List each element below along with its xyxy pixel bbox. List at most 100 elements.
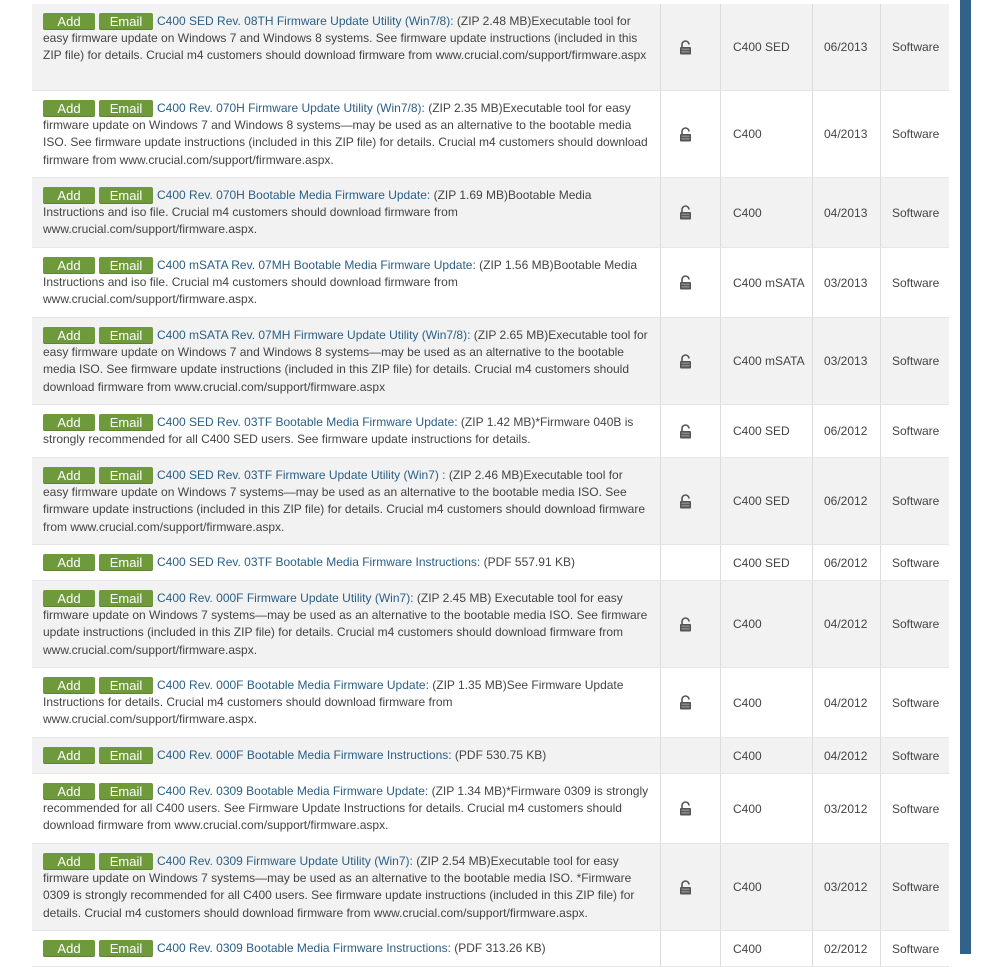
add-button[interactable]: Add [43,257,95,274]
lock-cell [661,91,721,177]
lock-icon [679,275,692,290]
firmware-title-link[interactable]: C400 Rev. 000F Firmware Update Utility (… [157,591,414,605]
release-date: 06/2012 [824,494,868,508]
release-date: 04/2013 [824,127,868,141]
table-row: Add Email C400 Rev. 000F Bootable Media Fi… [32,738,949,774]
row-description-cell: Add Email C400 Rev. 0309 Firmware Update U… [32,844,661,930]
lock-cell [661,774,721,843]
email-button[interactable]: Email [99,100,153,117]
lock-cell [661,458,721,544]
date-cell: 04/2013 [813,178,881,247]
add-button[interactable]: Add [43,100,95,117]
release-date: 06/2012 [824,424,868,438]
add-button[interactable]: Add [43,327,95,344]
type-cell: Software [881,931,949,966]
date-cell: 02/2012 [813,931,881,966]
email-button[interactable]: Email [99,257,153,274]
add-button[interactable]: Add [43,677,95,694]
add-button[interactable]: Add [43,13,95,30]
table-row: Add Email C400 SED Rev. 03TF Bootable Medi… [32,545,949,581]
lock-cell [661,405,721,457]
firmware-title-link[interactable]: C400 mSATA Rev. 07MH Bootable Media Firm… [157,258,476,272]
product-name: C400 mSATA [733,354,805,368]
row-description-cell: Add Email C400 Rev. 000F Bootable Media Fi… [32,668,661,737]
add-button[interactable]: Add [43,853,95,870]
email-button[interactable]: Email [99,677,153,694]
firmware-title-link[interactable]: C400 mSATA Rev. 07MH Firmware Update Uti… [157,328,470,342]
table-row: Add Email C400 Rev. 0309 Bootable Media Fi… [32,774,949,844]
email-button[interactable]: Email [99,13,153,30]
firmware-title-link[interactable]: C400 SED Rev. 08TH Firmware Update Utili… [157,14,454,28]
firmware-title-link[interactable]: C400 Rev. 0309 Bootable Media Firmware U… [157,784,428,798]
file-type: Software [892,941,940,956]
add-button[interactable]: Add [43,590,95,607]
type-cell: Software [881,4,949,90]
row-description-cell: Add Email C400 SED Rev. 08TH Firmware Upda… [32,4,661,90]
product-name: C400 [733,748,762,763]
date-cell: 03/2012 [813,844,881,930]
firmware-title-link[interactable]: C400 Rev. 0309 Firmware Update Utility (… [157,854,413,868]
email-button[interactable]: Email [99,554,153,571]
add-button[interactable]: Add [43,747,95,764]
firmware-title-link[interactable]: C400 SED Rev. 03TF Firmware Update Utili… [157,468,446,482]
type-cell: Software [881,178,949,247]
file-type: Software [892,555,940,570]
type-cell: Software [881,668,949,737]
table-row: Add Email C400 SED Rev. 03TF Firmware Upda… [32,458,949,545]
file-type: Software [892,40,940,54]
firmware-title-link[interactable]: C400 Rev. 000F Bootable Media Firmware I… [157,748,452,762]
date-cell: 06/2012 [813,545,881,580]
type-cell: Software [881,774,949,843]
product-cell: C400 SED [721,4,813,90]
product-name: C400 [733,695,762,710]
add-button[interactable]: Add [43,940,95,957]
add-button[interactable]: Add [43,467,95,484]
release-date: 04/2012 [824,617,868,631]
email-button[interactable]: Email [99,327,153,344]
add-button[interactable]: Add [43,414,95,431]
date-cell: 04/2012 [813,668,881,737]
add-button[interactable]: Add [43,783,95,800]
type-cell: Software [881,405,949,457]
firmware-title-link[interactable]: C400 Rev. 070H Firmware Update Utility (… [157,101,425,115]
date-cell: 04/2012 [813,581,881,667]
email-button[interactable]: Email [99,783,153,800]
firmware-title-link[interactable]: C400 Rev. 070H Bootable Media Firmware U… [157,188,430,202]
email-button[interactable]: Email [99,467,153,484]
firmware-title-link[interactable]: C400 Rev. 000F Bootable Media Firmware U… [157,678,429,692]
type-cell: Software [881,545,949,580]
lock-icon [679,126,692,142]
firmware-title-link[interactable]: C400 SED Rev. 03TF Bootable Media Firmwa… [157,415,458,429]
email-button[interactable]: Email [99,590,153,607]
add-button[interactable]: Add [43,554,95,571]
file-type: Software [892,801,940,816]
product-cell: C400 [721,774,813,843]
product-cell: C400 [721,738,813,773]
release-date: 06/2013 [824,40,868,54]
file-type: Software [892,494,940,508]
email-button[interactable]: Email [99,187,153,204]
product-cell: C400 [721,581,813,667]
file-type: Software [892,880,940,894]
table-row: Add Email C400 Rev. 070H Firmware Update U… [32,91,949,178]
firmware-title-link[interactable]: C400 SED Rev. 03TF Bootable Media Firmwa… [157,555,480,569]
add-button[interactable]: Add [43,187,95,204]
type-cell: Software [881,318,949,404]
product-name: C400 SED [733,494,790,508]
product-name: C400 SED [733,424,790,438]
email-button[interactable]: Email [99,853,153,870]
table-row: Add Email C400 Rev. 070H Bootable Media Fi… [32,178,949,248]
lock-cell [661,668,721,737]
email-button[interactable]: Email [99,747,153,764]
email-button[interactable]: Email [99,940,153,957]
firmware-title-link[interactable]: C400 Rev. 0309 Bootable Media Firmware I… [157,941,451,955]
product-name: C400 [733,941,762,956]
release-date: 06/2012 [824,555,868,570]
product-name: C400 SED [733,40,790,54]
date-cell: 04/2013 [813,91,881,177]
file-type: Software [892,748,940,763]
email-button[interactable]: Email [99,414,153,431]
lock-icon [679,493,692,509]
row-description-cell: Add Email C400 mSATA Rev. 07MH Firmware Up… [32,318,661,404]
page-right-border [960,0,971,954]
